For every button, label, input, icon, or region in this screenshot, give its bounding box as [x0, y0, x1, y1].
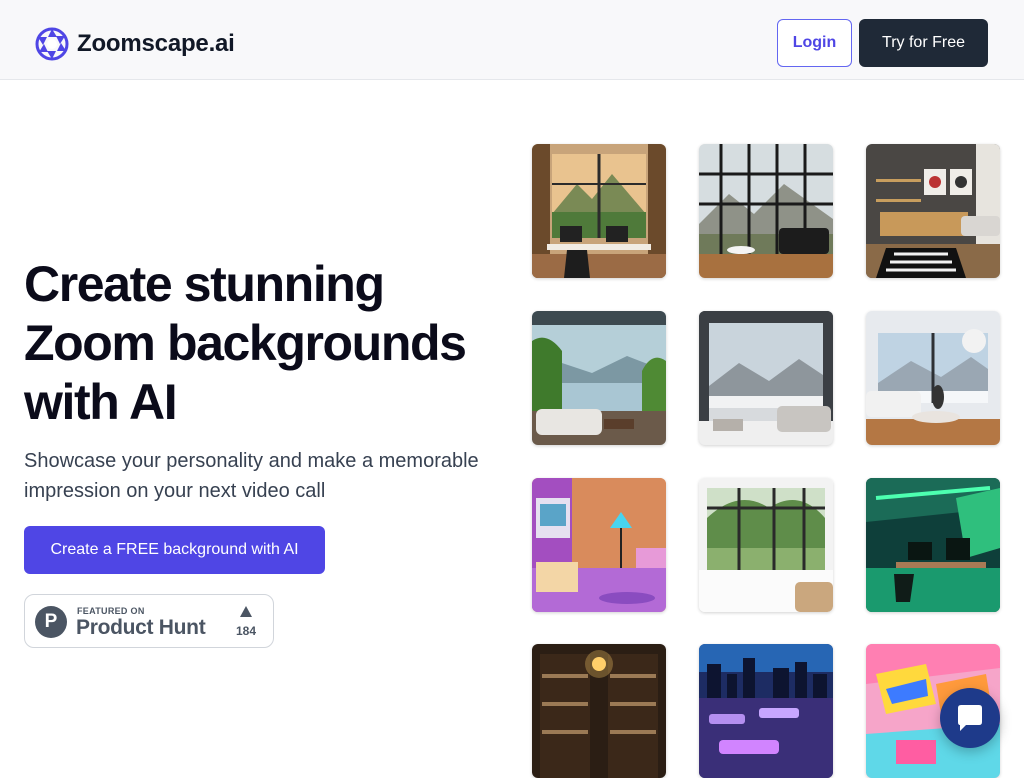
try-for-free-button[interactable]: Try for Free: [859, 19, 988, 67]
hero-title: Create stunning Zoom backgrounds with AI: [24, 256, 467, 430]
windowed-living-room-mountain-icon: [699, 144, 833, 278]
glass-house-garden-icon: [699, 478, 833, 612]
gallery-tile[interactable]: [866, 478, 1000, 612]
gallery-tile[interactable]: [866, 144, 1000, 278]
product-hunt-logo-icon: P: [35, 606, 67, 638]
gallery-tile[interactable]: [532, 144, 666, 278]
snowy-mountain-lounge-icon: [699, 311, 833, 445]
login-button[interactable]: Login: [777, 19, 852, 67]
retro-synthwave-room-icon: [532, 478, 666, 612]
lakeside-lounge-icon: [532, 311, 666, 445]
product-hunt-badge[interactable]: P FEATURED ON Product Hunt 184: [24, 594, 274, 648]
library-office-mountain-view-icon: [532, 144, 666, 278]
product-hunt-featured-label: FEATURED ON: [77, 606, 145, 616]
chat-bubble-icon: [958, 705, 982, 731]
product-hunt-upvote-count: 184: [235, 624, 257, 638]
gallery-tile[interactable]: [699, 644, 833, 778]
gallery-tile[interactable]: [866, 311, 1000, 445]
gallery-tile[interactable]: [532, 478, 666, 612]
upvote-triangle-icon: [240, 606, 252, 617]
create-background-button[interactable]: Create a FREE background with AI: [24, 526, 325, 574]
snowy-view-living-room-icon: [866, 311, 1000, 445]
neon-green-office-icon: [866, 478, 1000, 612]
brand-name: Zoomscape.ai: [77, 30, 235, 57]
gallery-tile[interactable]: [699, 311, 833, 445]
gallery-tile[interactable]: [532, 644, 666, 778]
brand[interactable]: Zoomscape.ai: [35, 27, 235, 61]
chat-button[interactable]: [940, 688, 1000, 748]
gallery-tile[interactable]: [532, 311, 666, 445]
hero-subtitle: Showcase your personality and make a mem…: [24, 450, 479, 502]
aperture-logo-icon: [35, 27, 69, 61]
site-header: Zoomscape.ai Login Try for Free: [0, 0, 1024, 80]
product-hunt-name: Product Hunt: [76, 616, 206, 639]
night-city-rooftop-icon: [699, 644, 833, 778]
modern-office-shelves-icon: [866, 144, 1000, 278]
dark-library-lamp-icon: [532, 644, 666, 778]
gallery-tile[interactable]: [699, 144, 833, 278]
gallery-tile[interactable]: [699, 478, 833, 612]
